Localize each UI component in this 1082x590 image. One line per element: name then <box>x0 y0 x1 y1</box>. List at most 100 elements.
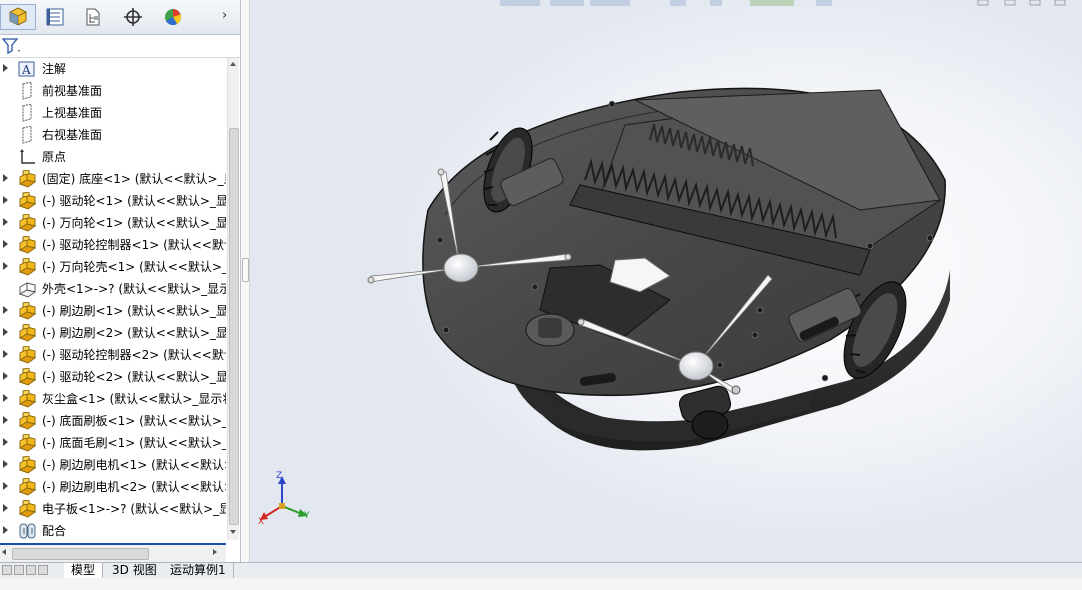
tree-item[interactable]: 电子板<1>->? (默认<<默认>_显 <box>0 498 226 520</box>
part-icon <box>18 411 38 430</box>
filter-icon[interactable] <box>2 38 22 54</box>
tree-item[interactable]: 外壳<1>->? (默认<<默认>_显示 <box>0 278 226 300</box>
tree-item-label: (-) 万向轮壳<1> (默认<<默认>_显 <box>42 260 226 274</box>
tree-item[interactable]: (固定) 底座<1> (默认<<默认>_显 <box>0 168 226 190</box>
prev-tab-nav-icon[interactable] <box>14 565 24 575</box>
status-bar <box>0 578 1082 590</box>
part-icon <box>18 477 38 496</box>
scroll-down-icon[interactable] <box>230 530 236 534</box>
tab-3d-view[interactable]: 3D 视图 <box>105 563 165 578</box>
tree-item[interactable]: (-) 底面毛刷<1> (默认<<默认>_显 <box>0 432 226 454</box>
tree-horizontal-scroll-thumb[interactable] <box>12 548 149 560</box>
tree-item-label: 外壳<1>->? (默认<<默认>_显示 <box>42 282 226 296</box>
tree-item[interactable]: (-) 万向轮壳<1> (默认<<默认>_显 <box>0 256 226 278</box>
tree-item-label: 注解 <box>42 62 67 76</box>
tree-vertical-scroll-thumb[interactable] <box>229 128 239 525</box>
scroll-left-icon[interactable] <box>2 549 6 555</box>
tree-item[interactable]: (-) 驱动轮<1> (默认<<默认>_显示 <box>0 190 226 212</box>
heads-up-toolbar[interactable] <box>500 0 832 6</box>
tab-model[interactable]: 模型 <box>64 563 104 578</box>
tree-item[interactable]: (-) 驱动轮控制器<1> (默认<<默认 <box>0 234 226 256</box>
scroll-right-icon[interactable] <box>213 549 217 555</box>
property-manager-tab-icon <box>46 8 64 26</box>
tree-item[interactable]: (-) 底面刷板<1> (默认<<默认>_显 <box>0 410 226 432</box>
part-icon <box>18 257 38 276</box>
display-manager-tab-icon <box>165 9 181 26</box>
tree-item-label: (-) 驱动轮控制器<1> (默认<<默认 <box>42 238 226 252</box>
expand-arrow-icon[interactable] <box>3 174 8 182</box>
annotation-icon: A <box>18 60 38 78</box>
part-icon <box>18 367 38 386</box>
tree-item[interactable]: 前视基准面 <box>0 80 226 102</box>
dimxpert-manager-tab[interactable] <box>115 4 151 30</box>
graphics-viewport[interactable]: Z Y X <box>250 0 1082 562</box>
splitter-handle[interactable] <box>242 258 249 282</box>
dimxpert-manager-tab-icon <box>124 8 142 26</box>
tab-motion-study[interactable]: 运动算例1 <box>163 563 234 578</box>
tree-item-label: 前视基准面 <box>42 84 103 98</box>
expand-arrow-icon[interactable] <box>3 482 8 490</box>
triad-y-label: Y <box>303 511 310 521</box>
next-tab-nav-icon[interactable] <box>26 565 36 575</box>
plane-icon <box>18 81 38 100</box>
expand-arrow-icon[interactable] <box>3 262 8 270</box>
plane-icon <box>18 103 38 122</box>
tree-item[interactable]: (-) 刷边刷电机<1> (默认<<默认> <box>0 454 226 476</box>
expand-arrow-icon[interactable] <box>3 328 8 336</box>
filter-bar <box>0 35 240 58</box>
part-icon <box>18 213 38 232</box>
tree-item-label: (-) 底面毛刷<1> (默认<<默认>_显 <box>42 436 226 450</box>
tree-item[interactable]: 上视基准面 <box>0 102 226 124</box>
display-manager-tab[interactable] <box>155 4 191 30</box>
configuration-manager-tab[interactable] <box>75 4 111 30</box>
part-icon <box>18 433 38 452</box>
plane-icon <box>18 125 38 144</box>
tree-item[interactable]: (-) 万向轮<1> (默认<<默认>_显示 <box>0 212 226 234</box>
caster-wheel[interactable] <box>525 313 575 347</box>
tree-item-label: (-) 驱动轮控制器<2> (默认<<默认 <box>42 348 226 362</box>
tree-item-label: (-) 刷边刷电机<1> (默认<<默认> <box>42 458 226 472</box>
expand-arrow-icon[interactable] <box>3 350 8 358</box>
property-manager-tab[interactable] <box>37 4 73 30</box>
tree-item[interactable]: A 注解 <box>0 58 226 80</box>
expand-arrow-icon[interactable] <box>3 438 8 446</box>
expand-arrow-icon[interactable] <box>3 196 8 204</box>
tree-item[interactable]: 灰尘盒<1> (默认<<默认>_显示状 <box>0 388 226 410</box>
expand-arrow-icon[interactable] <box>3 372 8 380</box>
tree-item-label: (固定) 底座<1> (默认<<默认>_显 <box>42 172 226 186</box>
expand-arrow-icon[interactable] <box>3 218 8 226</box>
part-icon <box>18 455 38 474</box>
feature-manager-tab[interactable] <box>0 4 36 30</box>
tree-item[interactable]: 配合 <box>0 520 226 540</box>
tree-item[interactable]: (-) 驱动轮控制器<2> (默认<<默认 <box>0 344 226 366</box>
window-controls[interactable] <box>977 0 1066 6</box>
tree-item-label: (-) 刷边刷<2> (默认<<默认>_显示 <box>42 326 226 340</box>
tree-item-label: 原点 <box>42 150 67 164</box>
expand-arrow-icon[interactable] <box>3 416 8 424</box>
expand-arrow-icon[interactable] <box>3 306 8 314</box>
more-tabs-arrow[interactable]: › <box>222 8 227 23</box>
part-icon <box>18 345 38 364</box>
feature-tree: A 注解前视基准面上视基准面右视基准面原点 (固定) 底座<1> (默认<<默认>_… <box>0 58 226 540</box>
triad-x-label: X <box>258 517 264 527</box>
expand-arrow-icon[interactable] <box>3 240 8 248</box>
expand-arrow-icon[interactable] <box>3 526 8 534</box>
expand-arrow-icon[interactable] <box>3 504 8 512</box>
last-tab-nav-icon[interactable] <box>38 565 48 575</box>
panel-splitter[interactable] <box>241 0 250 562</box>
tree-item[interactable]: (-) 刷边刷电机<2> (默认<<默认> <box>0 476 226 498</box>
scroll-up-icon[interactable] <box>230 62 236 66</box>
tree-item[interactable]: (-) 刷边刷<2> (默认<<默认>_显示 <box>0 322 226 344</box>
tree-item[interactable]: 右视基准面 <box>0 124 226 146</box>
expand-arrow-icon[interactable] <box>3 460 8 468</box>
tree-item-label: 右视基准面 <box>42 128 103 142</box>
tree-item[interactable]: 原点 <box>0 146 226 168</box>
expand-arrow-icon[interactable] <box>3 394 8 402</box>
expand-arrow-icon[interactable] <box>3 64 8 72</box>
tree-item[interactable]: (-) 刷边刷<1> (默认<<默认>_显示 <box>0 300 226 322</box>
robot-vacuum-model[interactable] <box>367 87 950 451</box>
tree-horizontal-scrollbar[interactable] <box>0 543 226 562</box>
first-tab-nav-icon[interactable] <box>2 565 12 575</box>
tree-vertical-scrollbar[interactable] <box>227 58 239 540</box>
tree-item[interactable]: (-) 驱动轮<2> (默认<<默认>_显示 <box>0 366 226 388</box>
